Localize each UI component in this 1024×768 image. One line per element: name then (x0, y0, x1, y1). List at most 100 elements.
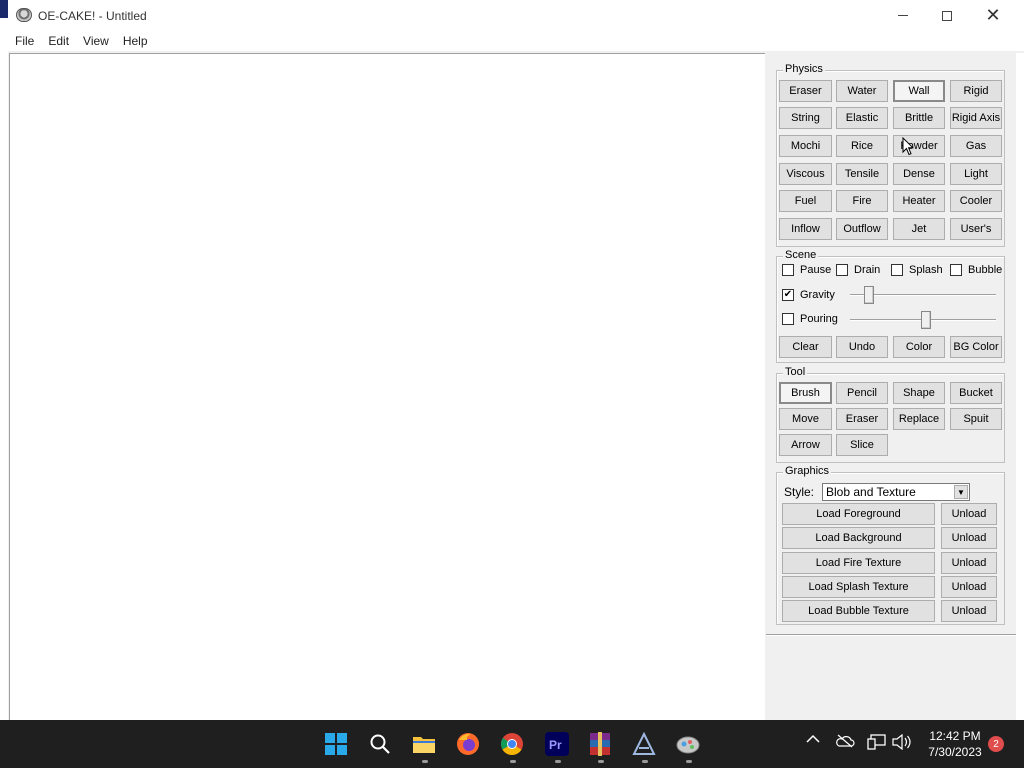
physics-dense-button[interactable]: Dense (893, 163, 945, 185)
unload-splash-texture-button[interactable]: Unload (941, 576, 997, 598)
load-foreground-button[interactable]: Load Foreground (782, 503, 935, 525)
unload-background-button[interactable]: Unload (941, 527, 997, 549)
minimize-button[interactable] (880, 0, 926, 31)
load-fire-texture-button[interactable]: Load Fire Texture (782, 552, 935, 574)
tool-replace-button[interactable]: Replace (893, 408, 945, 430)
chevron-down-icon[interactable]: ▼ (954, 485, 968, 499)
windows-start-icon[interactable] (324, 732, 348, 756)
close-button[interactable]: ✕ (970, 0, 1016, 31)
app-a-icon[interactable] (632, 732, 656, 756)
splash-checkbox[interactable]: Splash (891, 264, 943, 276)
tool-brush-button[interactable]: Brush (779, 382, 832, 404)
notification-badge[interactable]: 2 (988, 736, 1004, 752)
gravity-slider-thumb[interactable] (864, 286, 874, 304)
splash-checkbox-box[interactable] (891, 264, 903, 276)
firefox-icon[interactable] (456, 732, 480, 756)
onedrive-offline-icon[interactable] (835, 734, 855, 748)
drain-checkbox[interactable]: Drain (836, 264, 880, 276)
physics-eraser-button[interactable]: Eraser (779, 80, 832, 102)
physics-outflow-button[interactable]: Outflow (836, 218, 888, 240)
load-background-button[interactable]: Load Background (782, 527, 935, 549)
load-splash-texture-button[interactable]: Load Splash Texture (782, 576, 935, 598)
physics-water-button[interactable]: Water (836, 80, 888, 102)
menu-view[interactable]: View (76, 34, 116, 48)
chrome-icon[interactable] (500, 732, 524, 756)
network-icon[interactable] (866, 734, 888, 750)
tool-arrow-button[interactable]: Arrow (779, 434, 832, 456)
physics-fire-button[interactable]: Fire (836, 190, 888, 212)
physics-tensile-button[interactable]: Tensile (836, 163, 888, 185)
file-explorer-icon[interactable] (412, 732, 436, 756)
winrar-running-indicator (598, 760, 604, 763)
clock-date: 7/30/2023 (928, 745, 982, 759)
pouring-slider[interactable] (850, 310, 996, 330)
tool-spuit-button[interactable]: Spuit (950, 408, 1002, 430)
physics-wall-button[interactable]: Wall (893, 80, 945, 102)
tool-bucket-button[interactable]: Bucket (950, 382, 1002, 404)
taskbar-clock[interactable]: 12:42 PM 7/30/2023 (920, 728, 990, 760)
gravity-slider[interactable] (850, 285, 996, 305)
physics-viscous-button[interactable]: Viscous (779, 163, 832, 185)
physics-rice-button[interactable]: Rice (836, 135, 888, 157)
style-label: Style: (784, 485, 815, 499)
search-icon[interactable] (368, 732, 392, 756)
bubble-checkbox-box[interactable] (950, 264, 962, 276)
maximize-icon (942, 10, 952, 21)
pouring-slider-thumb[interactable] (921, 311, 931, 329)
physics-cooler-button[interactable]: Cooler (950, 190, 1002, 212)
bubble-checkbox[interactable]: Bubble (950, 264, 1002, 276)
physics-gas-button[interactable]: Gas (950, 135, 1002, 157)
scene-group-label: Scene (783, 249, 819, 261)
gravity-checkbox[interactable]: ✔ Gravity (782, 289, 835, 301)
physics-heater-button[interactable]: Heater (893, 190, 945, 212)
simulation-canvas[interactable] (9, 53, 765, 720)
tool-move-button[interactable]: Move (779, 408, 832, 430)
pause-checkbox-box[interactable] (782, 264, 794, 276)
tool-pencil-button[interactable]: Pencil (836, 382, 888, 404)
premiere-pro-icon[interactable]: Pr (545, 732, 569, 756)
physics-brittle-button[interactable]: Brittle (893, 107, 945, 129)
physics-jet-button[interactable]: Jet (893, 218, 945, 240)
clear-button[interactable]: Clear (779, 336, 832, 358)
chevron-up-icon[interactable] (804, 734, 822, 744)
drain-checkbox-box[interactable] (836, 264, 848, 276)
menu-bar: File Edit View Help (0, 31, 1024, 51)
physics-light-button[interactable]: Light (950, 163, 1002, 185)
physics-powder-button[interactable]: Powder (893, 135, 945, 157)
physics-rigid-axis-button[interactable]: Rigid Axis (950, 107, 1002, 129)
right-edge (1016, 53, 1024, 720)
physics-user-s-button[interactable]: User's (950, 218, 1002, 240)
pouring-label: Pouring (800, 313, 838, 325)
oe-cake-icon[interactable] (676, 732, 700, 756)
unload-fire-texture-button[interactable]: Unload (941, 552, 997, 574)
physics-elastic-button[interactable]: Elastic (836, 107, 888, 129)
physics-fuel-button[interactable]: Fuel (779, 190, 832, 212)
menu-edit[interactable]: Edit (41, 34, 76, 48)
color-button[interactable]: Color (893, 336, 945, 358)
undo-button[interactable]: Undo (836, 336, 888, 358)
bg-color-button[interactable]: BG Color (950, 336, 1002, 358)
tool-slice-button[interactable]: Slice (836, 434, 888, 456)
pause-checkbox[interactable]: Pause (782, 264, 831, 276)
physics-string-button[interactable]: String (779, 107, 832, 129)
maximize-button[interactable] (924, 0, 970, 31)
load-bubble-texture-button[interactable]: Load Bubble Texture (782, 600, 935, 622)
menu-help[interactable]: Help (116, 34, 155, 48)
volume-icon[interactable] (890, 734, 912, 750)
panel-divider (766, 634, 1016, 636)
physics-rigid-button[interactable]: Rigid (950, 80, 1002, 102)
graphics-group-label: Graphics (783, 465, 832, 477)
gravity-checkbox-box[interactable]: ✔ (782, 289, 794, 301)
pouring-checkbox[interactable]: Pouring (782, 313, 838, 325)
tool-eraser-button[interactable]: Eraser (836, 408, 888, 430)
unload-bubble-texture-button[interactable]: Unload (941, 600, 997, 622)
physics-mochi-button[interactable]: Mochi (779, 135, 832, 157)
physics-inflow-button[interactable]: Inflow (779, 218, 832, 240)
style-select[interactable]: Blob and Texture ▼ (822, 483, 970, 501)
menu-file[interactable]: File (8, 34, 41, 48)
winrar-icon[interactable] (588, 732, 612, 756)
tool-shape-button[interactable]: Shape (893, 382, 945, 404)
unload-foreground-button[interactable]: Unload (941, 503, 997, 525)
oe-cake-app-icon (16, 8, 32, 22)
pouring-checkbox-box[interactable] (782, 313, 794, 325)
